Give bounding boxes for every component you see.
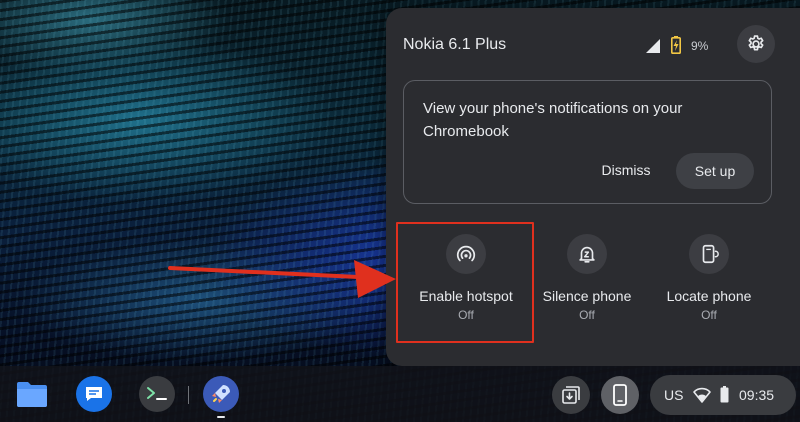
silence-state: Off xyxy=(579,308,595,322)
phone-name: Nokia 6.1 Plus xyxy=(403,36,507,53)
status-area[interactable]: US 09:35 xyxy=(650,375,796,415)
phone-icon xyxy=(613,384,627,406)
cell-signal-icon xyxy=(646,39,660,53)
gear-icon xyxy=(748,35,764,51)
messages-icon xyxy=(86,387,102,401)
locate-label: Locate phone xyxy=(666,288,752,304)
phone-settings-button[interactable] xyxy=(737,25,775,63)
launcher-app-button[interactable] xyxy=(203,376,239,412)
dismiss-button[interactable]: Dismiss xyxy=(586,153,666,187)
rocket-icon xyxy=(212,385,230,403)
keyboard-language: US xyxy=(664,387,684,403)
battery-percent: 9% xyxy=(691,39,709,53)
terminal-app-button[interactable] xyxy=(139,376,175,412)
terminal-icon xyxy=(147,387,167,400)
notification-message: View your phone's notifications on your … xyxy=(423,100,683,140)
locate-phone-icon xyxy=(702,244,719,264)
messages-app-button[interactable] xyxy=(76,376,112,412)
notification-access-card: View your phone's notifications on your … xyxy=(403,80,772,204)
silence-bell-icon xyxy=(579,246,595,263)
battery-charging-icon xyxy=(671,36,681,54)
shelf-divider xyxy=(188,386,189,404)
silence-label: Silence phone xyxy=(542,288,632,304)
clock: 09:35 xyxy=(739,387,775,403)
holding-space-icon xyxy=(562,386,580,404)
silence-button[interactable] xyxy=(567,234,607,274)
wifi-icon xyxy=(693,387,711,403)
holding-space-button[interactable] xyxy=(552,376,590,414)
files-app-button[interactable] xyxy=(14,376,50,412)
silence-phone-toggle[interactable]: Silence phone Off xyxy=(524,230,650,330)
locate-phone-toggle[interactable]: Locate phone Off xyxy=(646,230,772,330)
locate-state: Off xyxy=(701,308,717,322)
phone-hub-button[interactable] xyxy=(601,376,639,414)
battery-icon xyxy=(720,386,729,403)
highlight-box xyxy=(396,222,534,343)
active-app-indicator xyxy=(217,416,225,418)
annotation-arrow xyxy=(168,260,396,298)
shelf: US 09:35 xyxy=(0,366,800,422)
locate-button[interactable] xyxy=(689,234,729,274)
setup-button[interactable]: Set up xyxy=(676,153,754,189)
folder-icon xyxy=(17,382,47,407)
